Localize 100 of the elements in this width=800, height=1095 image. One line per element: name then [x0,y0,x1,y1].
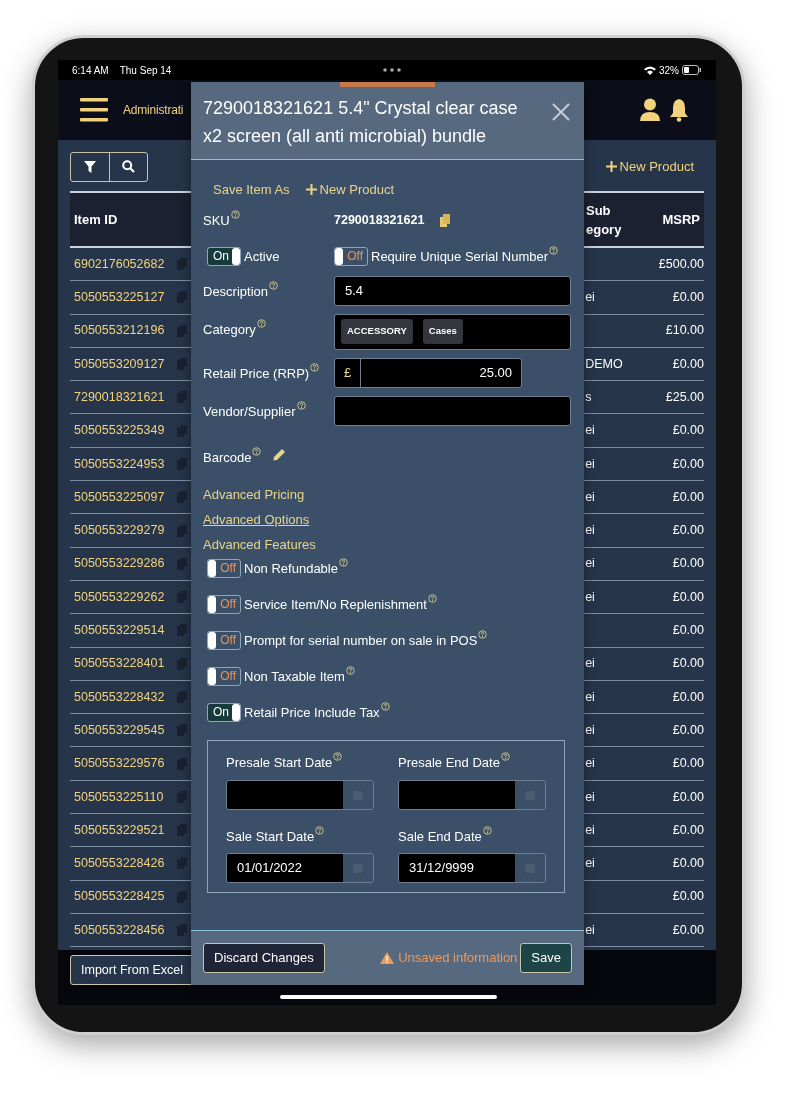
battery-percent: 32% [659,63,679,78]
close-icon[interactable] [552,103,570,121]
msrp-cell-text: £0.00 [671,522,704,540]
category-tag[interactable]: ACCESSORY [341,319,413,344]
item-id-cell[interactable]: 7290018321621 [70,387,177,407]
plus-icon [305,184,317,196]
section-link[interactable]: Advanced Pricing [203,485,305,503]
section-link[interactable]: Advanced Features [203,535,316,553]
switch-label: Non Taxable Item [244,666,355,687]
pencil-icon[interactable] [273,447,287,461]
unsaved-warning: Unsaved information [398,949,518,968]
item-id-cell[interactable]: 5050553229286 [70,554,177,574]
msrp-cell-text: £0.00 [671,588,704,606]
item-id-cell[interactable]: 5050553225127 [70,288,177,307]
sub-category-cell-text: ei [585,788,596,806]
msrp-cell-text: £0.00 [671,422,704,440]
sub-category-cell-text: DEMO [585,355,624,373]
item-id-cell[interactable]: 5050553228426 [70,854,177,873]
price-field[interactable]: £ 25.00 [334,357,522,388]
help-icon[interactable] [269,280,279,290]
new-product-link[interactable]: New Product [605,156,694,177]
item-id-cell[interactable]: 5050553212196 [70,321,177,341]
item-id-cell[interactable]: 6902176052682 [70,254,177,274]
date-field[interactable]: 31/12/9999 [398,853,546,883]
text-field[interactable]: 5.4 [334,275,571,306]
item-id-cell[interactable]: 5050553229521 [70,820,177,840]
column-header[interactable]: Item ID [70,209,190,230]
sub-category-cell-text: ei [585,588,596,606]
sub-category-cell-text: ei [585,821,596,839]
help-icon[interactable] [296,400,306,410]
user-icon[interactable] [639,98,661,122]
help-icon[interactable] [315,825,325,835]
toggle-switch[interactable]: Off [207,667,241,686]
toggle-switch[interactable]: On [207,247,241,266]
toggle-switch[interactable]: Off [207,559,241,578]
field-label: Description [203,275,334,301]
msrp-cell-text: £0.00 [671,821,704,839]
menu-icon[interactable] [80,98,108,122]
text-field[interactable] [334,395,571,426]
sub-category-cell-text: ei [585,755,596,773]
more-dots-icon[interactable] [383,68,402,72]
item-id-cell[interactable]: 5050553224953 [70,454,177,474]
bell-icon[interactable] [669,98,689,122]
help-icon[interactable] [256,318,266,328]
msrp-cell-text: £0.00 [671,688,704,706]
field-label: Sale Start Date [226,826,374,846]
warning-icon [380,952,395,964]
plus-icon [605,161,617,172]
help-icon[interactable] [427,593,437,603]
sub-category-cell-text: s [585,388,593,406]
drag-handle[interactable] [340,82,435,87]
item-id-cell[interactable]: 5050553209127 [70,354,177,374]
help-icon[interactable] [478,629,488,639]
toggle-switch[interactable]: Off [207,595,241,614]
item-id-cell[interactable]: 5050553228456 [70,920,177,940]
msrp-cell-text: £0.00 [671,788,704,806]
sub-category-cell-text: ei [585,422,596,440]
tag-field[interactable]: ACCESSORY Cases [334,313,571,350]
date-field[interactable]: 01/01/2022 [226,853,374,883]
help-icon[interactable] [380,701,390,711]
help-icon[interactable] [500,752,510,761]
msrp-cell-text: £0.00 [671,622,704,640]
field-label: Presale End Date [398,753,546,773]
save-as-button[interactable]: Save Item As [213,180,290,200]
help-icon[interactable] [230,209,240,219]
help-icon[interactable] [345,665,355,675]
item-id-cell[interactable]: 5050553229279 [70,521,177,540]
item-id-cell[interactable]: 5050553228401 [70,654,177,674]
item-id-cell[interactable]: 5050553228425 [70,887,177,907]
item-id-cell[interactable]: 5050553229514 [70,621,177,640]
toggle-switch[interactable]: Off [207,631,241,650]
filter-icon [84,160,96,173]
item-id-cell[interactable]: 5050553229576 [70,754,177,773]
date-field[interactable] [226,779,374,810]
help-icon[interactable] [333,752,343,761]
item-id-cell[interactable]: 5050553228432 [70,687,177,707]
msrp-cell-text: £0.00 [671,921,704,939]
column-header[interactable]: MSRP [640,209,700,230]
item-id-cell[interactable]: 5050553229262 [70,587,177,607]
help-icon[interactable] [310,362,320,372]
switch-label: Active [244,247,280,266]
help-icon[interactable] [549,245,559,255]
help-icon[interactable] [252,446,262,456]
category-tag[interactable]: Cases [422,319,463,344]
item-id-cell[interactable]: 5050553225110 [70,787,177,807]
help-icon[interactable] [338,557,348,567]
copy-icon[interactable] [440,214,451,227]
section-link[interactable]: Advanced Options [203,510,310,528]
help-icon[interactable] [482,825,492,835]
msrp-cell-text: £0.00 [671,355,704,373]
save-button[interactable]: Save [520,943,572,973]
item-id-cell[interactable]: 5050553225097 [70,487,177,507]
item-id-cell[interactable]: 5050553229545 [70,720,177,740]
column-header[interactable]: Sub egory [586,200,640,239]
toggle-switch[interactable]: Off [334,247,368,266]
discard-button[interactable]: Discard Changes [203,943,325,973]
new-product-button[interactable]: New Product [305,180,394,200]
item-id-cell[interactable]: 5050553225349 [70,421,177,440]
toggle-switch[interactable]: On [207,703,241,722]
date-field[interactable] [398,779,546,810]
